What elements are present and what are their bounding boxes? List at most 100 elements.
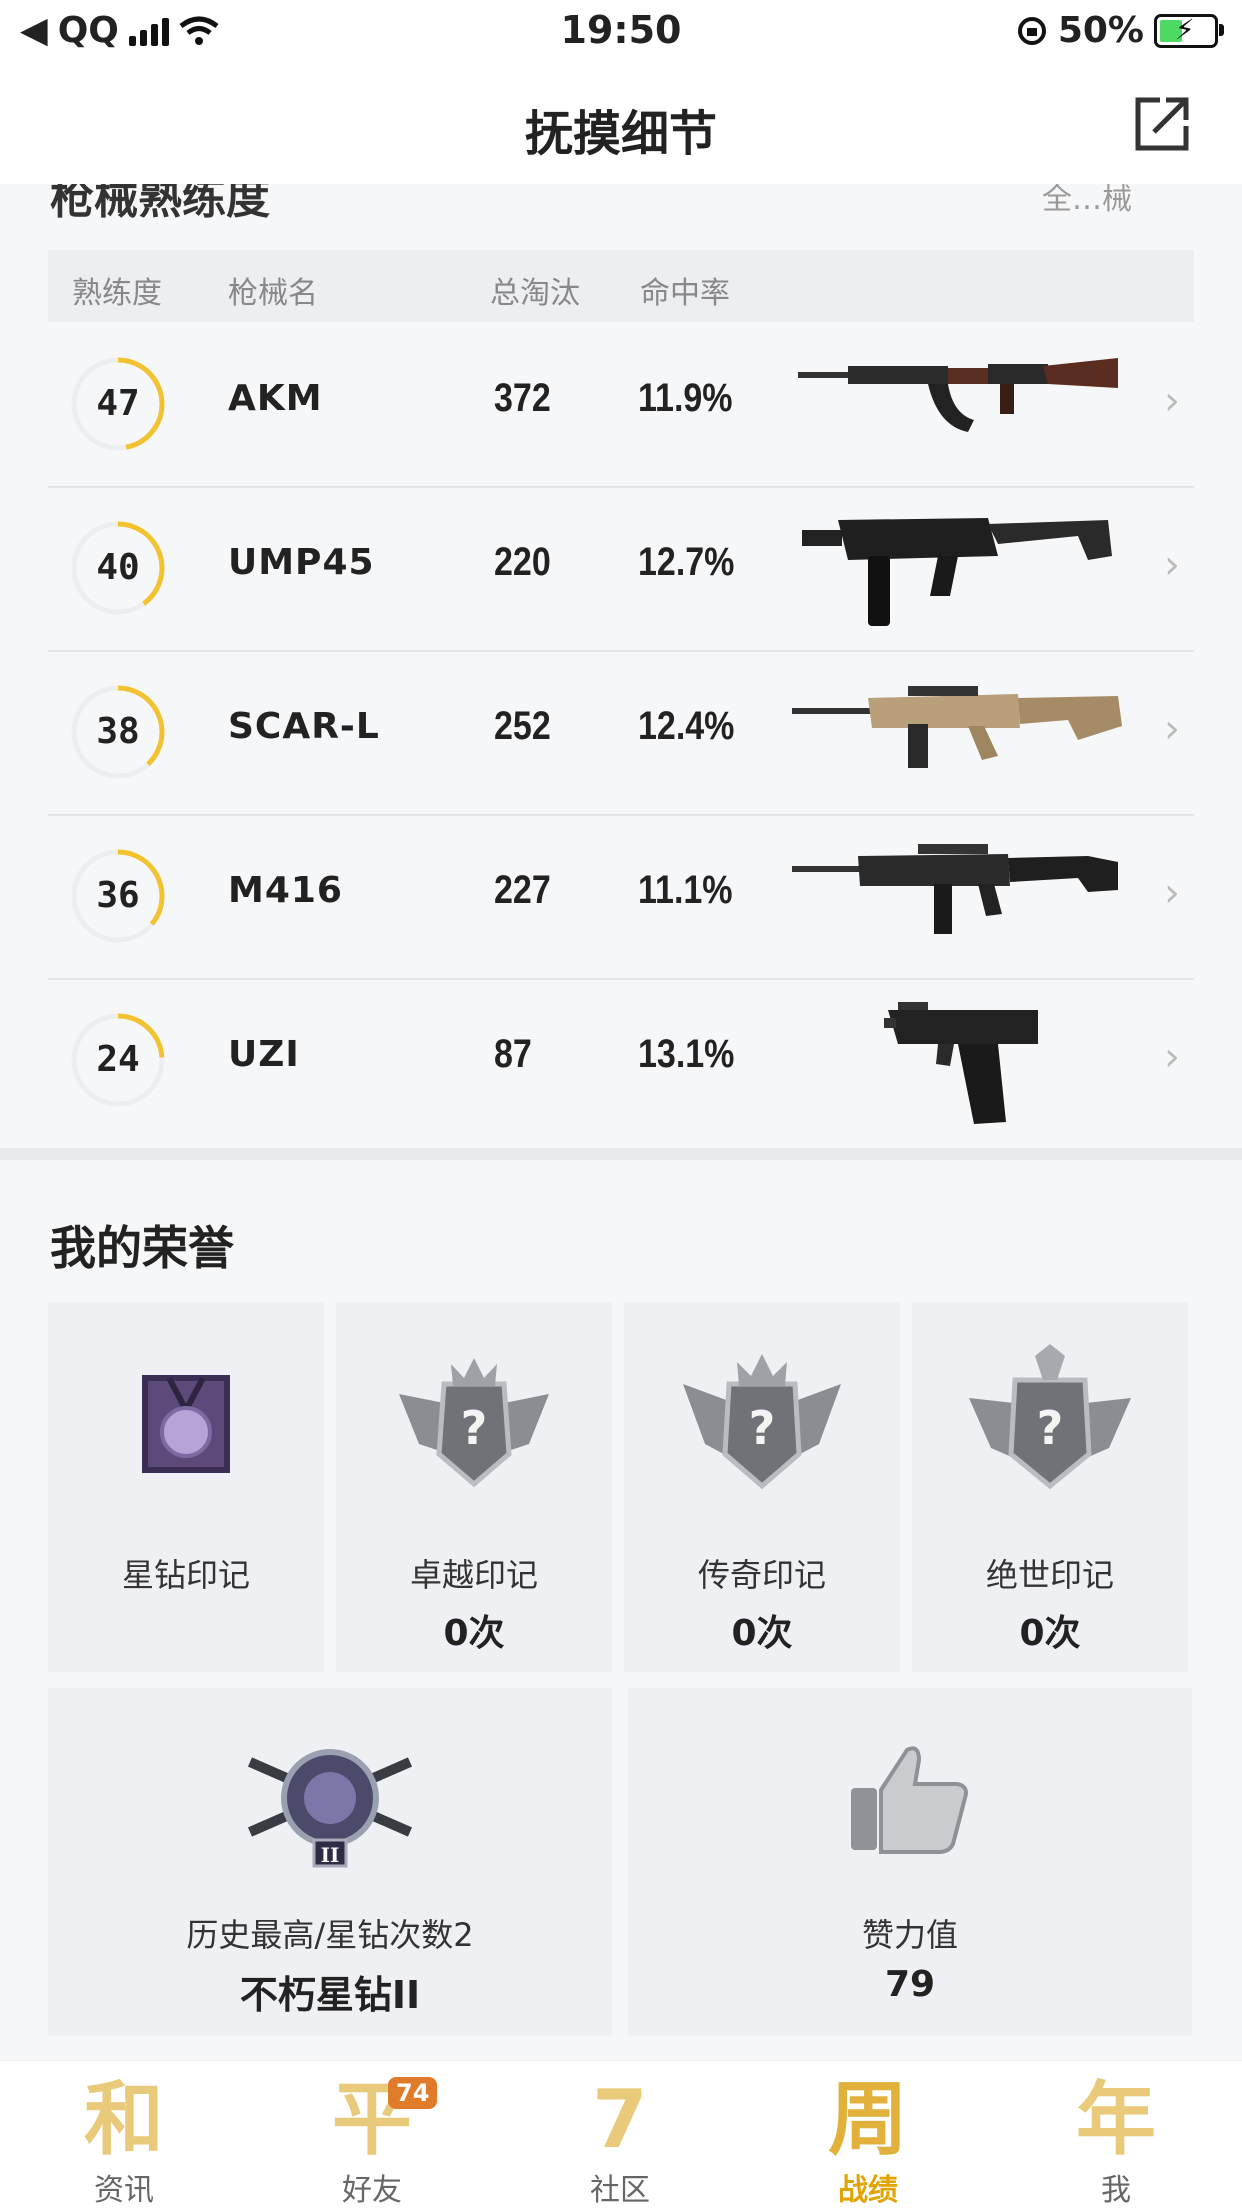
honor-card-peerless[interactable]: ? 绝世印记 0次 bbox=[912, 1302, 1188, 1672]
view-all-link[interactable]: 全…械 bbox=[1042, 184, 1132, 218]
tab-stats-icon: 周 bbox=[828, 2073, 908, 2166]
tab-stats[interactable]: 周 战绩 bbox=[744, 2061, 992, 2209]
weapon-name: AKM bbox=[228, 378, 323, 419]
locked-badge-icon: ? bbox=[683, 1354, 841, 1490]
col-total-kills: 总淘汰 bbox=[490, 276, 580, 311]
honor-card-legend[interactable]: ? 传奇印记 0次 bbox=[624, 1302, 900, 1672]
proficiency-ring: 24 bbox=[70, 1012, 166, 1108]
honor-card-star-diamond[interactable]: 星钻印记 bbox=[48, 1302, 324, 1672]
proficiency-value: 38 bbox=[96, 711, 140, 752]
total-kills: 252 bbox=[494, 704, 551, 748]
proficiency-ring: 38 bbox=[70, 684, 166, 780]
weapon-row-akm[interactable]: 47 AKM 372 11.9% › bbox=[48, 322, 1194, 488]
honor-count: 0次 bbox=[443, 1613, 505, 1654]
thumbs-up-icon bbox=[851, 1746, 968, 1854]
proficiency-value: 47 bbox=[96, 383, 140, 424]
chevron-right-icon: › bbox=[1164, 1034, 1180, 1080]
total-kills: 220 bbox=[494, 540, 551, 584]
weapon-name: UZI bbox=[228, 1034, 300, 1075]
tab-label: 资讯 bbox=[94, 2173, 154, 2208]
tab-label: 我 bbox=[1101, 2173, 1131, 2208]
page-title: 抚摸细节 bbox=[524, 106, 717, 162]
honor-label: 绝世印记 bbox=[985, 1556, 1114, 1594]
tab-community[interactable]: 7 社区 bbox=[496, 2061, 744, 2209]
honors-section: 我的荣誉 星钻印记 ? 卓越印记 0次 ? 传奇印记 0次 ? 绝世印记 0次 … bbox=[0, 1160, 1242, 2060]
scar-l-rifle-image bbox=[792, 686, 1122, 768]
section-divider bbox=[0, 1148, 1242, 1160]
weapon-name: SCAR-L bbox=[228, 706, 380, 747]
svg-text:II: II bbox=[321, 1843, 340, 1867]
likes-label: 赞力值 bbox=[861, 1916, 958, 1954]
tab-friends[interactable]: 平 74 好友 bbox=[248, 2061, 496, 2209]
tab-community-icon: 7 bbox=[592, 2073, 648, 2166]
tab-label: 战绩 bbox=[838, 2173, 898, 2208]
tab-label: 好友 bbox=[342, 2173, 402, 2208]
svg-text:?: ? bbox=[749, 1401, 776, 1455]
uzi-smg-image bbox=[884, 1002, 1038, 1124]
total-kills: 372 bbox=[494, 376, 551, 420]
likes-card[interactable]: 赞力值 79 bbox=[628, 1688, 1192, 2036]
chevron-right-icon: › bbox=[1164, 706, 1180, 752]
tab-me[interactable]: 年 我 bbox=[992, 2061, 1240, 2209]
tab-news[interactable]: 和 资讯 bbox=[0, 2061, 248, 2209]
total-kills: 227 bbox=[494, 868, 551, 912]
akm-rifle-image bbox=[798, 358, 1118, 432]
proficiency-ring: 40 bbox=[70, 520, 166, 616]
medal-icon bbox=[142, 1375, 230, 1473]
tab-label: 社区 bbox=[590, 2173, 650, 2208]
weapon-row-uzi[interactable]: 24 UZI 87 13.1% › bbox=[48, 978, 1194, 1142]
chevron-right-icon: › bbox=[1164, 542, 1180, 588]
notification-badge: 74 bbox=[388, 2077, 438, 2109]
weapon-name: UMP45 bbox=[228, 542, 375, 583]
total-kills: 87 bbox=[494, 1032, 532, 1076]
rank-emblem-icon: II bbox=[247, 1749, 413, 1868]
battery-icon: ⚡ bbox=[1154, 13, 1224, 48]
weapon-name: M416 bbox=[228, 870, 343, 911]
weapon-row-ump45[interactable]: 40 UMP45 220 12.7% › bbox=[48, 486, 1194, 652]
share-icon[interactable] bbox=[1132, 94, 1192, 154]
proficiency-value: 24 bbox=[96, 1039, 140, 1080]
honor-card-excellence[interactable]: ? 卓越印记 0次 bbox=[336, 1302, 612, 1672]
hit-rate: 13.1% bbox=[638, 1032, 735, 1076]
svg-text:?: ? bbox=[1037, 1401, 1064, 1455]
status-right: 50% ⚡ bbox=[1016, 10, 1224, 51]
tab-bar: 和 资讯 平 74 好友 7 社区 周 战绩 年 我 bbox=[0, 2060, 1242, 2209]
rotation-lock-icon bbox=[1017, 16, 1046, 45]
chevron-right-icon: › bbox=[1164, 378, 1180, 424]
honor-label: 传奇印记 bbox=[697, 1556, 826, 1594]
rank-value: 不朽星钻II bbox=[239, 1973, 421, 2017]
battery-percent: 50% bbox=[1057, 10, 1144, 51]
honor-count: 0次 bbox=[1019, 1613, 1081, 1654]
section-title: 枪械熟练度 bbox=[50, 184, 270, 224]
rank-label: 历史最高/星钻次数2 bbox=[186, 1916, 474, 1954]
highest-rank-card[interactable]: II 历史最高/星钻次数2 不朽星钻II bbox=[48, 1688, 612, 2036]
status-bar: ◀ QQ 19:50 50% ⚡ bbox=[0, 0, 1242, 64]
svg-text:?: ? bbox=[461, 1401, 488, 1455]
col-hit-rate: 命中率 bbox=[640, 276, 730, 311]
weapon-row-m416[interactable]: 36 M416 227 11.1% › bbox=[48, 814, 1194, 980]
col-proficiency: 熟练度 bbox=[72, 276, 162, 311]
likes-value: 79 bbox=[884, 1964, 936, 2005]
chevron-right-icon: › bbox=[1164, 870, 1180, 916]
col-weapon-name: 枪械名 bbox=[228, 276, 318, 311]
hit-rate: 12.7% bbox=[638, 540, 735, 584]
tab-friends-icon: 平 bbox=[332, 2073, 412, 2166]
m416-rifle-image bbox=[792, 844, 1118, 934]
locked-badge-icon: ? bbox=[969, 1344, 1131, 1490]
honor-label: 星钻印记 bbox=[121, 1556, 250, 1594]
table-header: 熟练度 枪械名 总淘汰 命中率 bbox=[48, 250, 1194, 322]
weapon-row-scar-l[interactable]: 38 SCAR-L 252 12.4% › bbox=[48, 650, 1194, 816]
locked-badge-icon: ? bbox=[399, 1358, 549, 1488]
weapon-proficiency-section: 枪械熟练度 全…械 熟练度 枪械名 总淘汰 命中率 47 AKM 372 11.… bbox=[0, 184, 1242, 1148]
nav-bar: 抚摸细节 bbox=[0, 64, 1242, 184]
tab-me-icon: 年 bbox=[1076, 2073, 1156, 2166]
honor-label: 卓越印记 bbox=[409, 1556, 538, 1594]
hit-rate: 12.4% bbox=[638, 704, 735, 748]
honors-title: 我的荣誉 bbox=[50, 1221, 234, 1275]
proficiency-value: 40 bbox=[96, 547, 140, 588]
proficiency-ring: 36 bbox=[70, 848, 166, 944]
ump45-smg-image bbox=[802, 518, 1112, 626]
hit-rate: 11.9% bbox=[638, 376, 733, 420]
hit-rate: 11.1% bbox=[638, 868, 733, 912]
tab-news-icon: 和 bbox=[84, 2073, 164, 2166]
